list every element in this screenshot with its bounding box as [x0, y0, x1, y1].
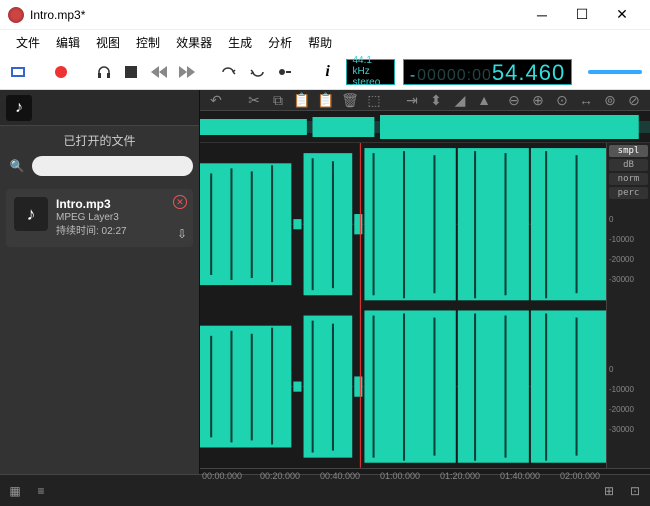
file-close-button[interactable]: ✕: [173, 195, 187, 209]
menu-file[interactable]: 文件: [8, 31, 48, 54]
menubar: 文件 编辑 视图 控制 效果器 生成 分析 帮助: [0, 30, 650, 54]
sample-rate-label: 44.1 kHz: [353, 55, 388, 77]
tool-i1-icon[interactable]: ⇥: [402, 90, 422, 110]
menu-edit[interactable]: 编辑: [48, 31, 88, 54]
scale-tick: 0: [609, 215, 613, 224]
sb-i2-icon[interactable]: ⊡: [626, 482, 644, 500]
menu-generate[interactable]: 生成: [220, 31, 260, 54]
file-card[interactable]: ♪ Intro.mp3 MPEG Layer3 持续时间: 02:27 ✕ ⇩: [6, 189, 193, 247]
window-title: Intro.mp3*: [30, 8, 522, 22]
search-input[interactable]: [32, 156, 193, 176]
file-note-icon: ♪: [14, 197, 48, 231]
search-icon[interactable]: 🔍: [6, 155, 28, 177]
sb-list-icon[interactable]: ≡: [32, 482, 50, 500]
scale-tick: -20000: [609, 255, 634, 264]
file-duration: 持续时间: 02:27: [56, 225, 185, 239]
menu-view[interactable]: 视图: [88, 31, 128, 54]
menu-control[interactable]: 控制: [128, 31, 168, 54]
scale-btn-db[interactable]: dB: [609, 159, 648, 171]
timeline-tick: 00:00.000: [202, 471, 242, 481]
channels-label: stereo: [353, 77, 388, 88]
stop-button[interactable]: [121, 61, 141, 83]
zoom-out-icon[interactable]: ⊖: [504, 90, 524, 110]
rewind-button[interactable]: [149, 61, 169, 83]
note-icon: ♪: [6, 95, 32, 121]
scale-panel: smpl dB norm perc 0 -10000 -20000 -30000…: [606, 143, 650, 468]
scale-btn-smpl[interactable]: smpl: [609, 145, 648, 157]
time-gray: 00000:00: [417, 67, 492, 85]
time-sign: -: [410, 67, 415, 85]
sb-i1-icon[interactable]: ⊞: [600, 482, 618, 500]
crop-icon[interactable]: ⬚: [364, 90, 384, 110]
timeline-tick: 02:00.000: [560, 471, 600, 481]
file-download-icon[interactable]: ⇩: [177, 227, 187, 241]
scale-tick: -30000: [609, 425, 634, 434]
time-value: 54.460: [492, 60, 565, 86]
overview-strip[interactable]: [200, 111, 650, 143]
file-format: MPEG Layer3: [56, 211, 185, 225]
headphones-icon[interactable]: [94, 61, 114, 83]
zoom-fit-icon[interactable]: ↔: [576, 90, 596, 110]
scale-btn-norm[interactable]: norm: [609, 173, 648, 185]
timeline-tick: 01:00.000: [380, 471, 420, 481]
tool-i3-icon[interactable]: ◢: [450, 90, 470, 110]
menu-effects[interactable]: 效果器: [168, 31, 220, 54]
scale-tick: 0: [609, 365, 613, 374]
close-button[interactable]: ✕: [602, 0, 642, 30]
tool-i4-icon[interactable]: ▲: [474, 90, 494, 110]
app-icon: [8, 7, 24, 23]
paste-mix-icon[interactable]: 📋: [316, 90, 336, 110]
time-display: - 00000:00 54.460: [403, 59, 572, 85]
scale-tick: -30000: [609, 275, 634, 284]
waveform-canvas[interactable]: [200, 143, 606, 468]
scale-tick: -10000: [609, 235, 634, 244]
file-name: Intro.mp3: [56, 197, 185, 211]
forward-button[interactable]: [177, 61, 197, 83]
scale-btn-perc[interactable]: perc: [609, 187, 648, 199]
editor-toolbar: ↶ ✂ ⧉ 📋 📋 🗑 ⬚ ⇥ ⬍ ◢ ▲ ⊖ ⊕ ⊙ ↔ ⊚ ⊘: [200, 90, 650, 111]
marker-icon[interactable]: [275, 61, 295, 83]
format-display: 44.1 kHz stereo: [346, 59, 395, 85]
paste-icon[interactable]: 📋: [292, 90, 312, 110]
menu-analyze[interactable]: 分析: [260, 31, 300, 54]
timeline-tick: 00:40.000: [320, 471, 360, 481]
undo-icon[interactable]: ↶: [206, 90, 226, 110]
sidebar-top: ♪: [0, 90, 199, 126]
sidebar: ♪ 已打开的文件 🔍 ♪ Intro.mp3 MPEG Layer3 持续时间:…: [0, 90, 200, 474]
volume-slider[interactable]: [588, 70, 642, 74]
timeline-tick: 00:20.000: [260, 471, 300, 481]
main-area: ♪ 已打开的文件 🔍 ♪ Intro.mp3 MPEG Layer3 持续时间:…: [0, 90, 650, 474]
menu-help[interactable]: 帮助: [300, 31, 340, 54]
transport-toolbar: i 44.1 kHz stereo - 00000:00 54.460: [0, 54, 650, 90]
tool-rect-icon[interactable]: [8, 61, 28, 83]
tool-t1-icon[interactable]: ⊚: [600, 90, 620, 110]
repeat-icon[interactable]: [247, 61, 267, 83]
cut-icon[interactable]: ✂: [244, 90, 264, 110]
minimize-button[interactable]: ─: [522, 0, 562, 30]
zoom-sel-icon[interactable]: ⊙: [552, 90, 572, 110]
timeline-ruler[interactable]: 00:00.000 00:20.000 00:40.000 01:00.000 …: [200, 468, 650, 474]
tool-i2-icon[interactable]: ⬍: [426, 90, 446, 110]
copy-icon[interactable]: ⧉: [268, 90, 288, 110]
editor: ↶ ✂ ⧉ 📋 📋 🗑 ⬚ ⇥ ⬍ ◢ ▲ ⊖ ⊕ ⊙ ↔ ⊚ ⊘: [200, 90, 650, 474]
scale-tick: -10000: [609, 385, 634, 394]
info-icon[interactable]: i: [318, 61, 338, 83]
record-button[interactable]: [51, 61, 71, 83]
timeline-tick: 01:20.000: [440, 471, 480, 481]
sb-layout-icon[interactable]: ▦: [6, 482, 24, 500]
timeline-tick: 01:40.000: [500, 471, 540, 481]
maximize-button[interactable]: ☐: [562, 0, 602, 30]
zoom-in-icon[interactable]: ⊕: [528, 90, 548, 110]
scale-tick: -20000: [609, 405, 634, 414]
sidebar-header: 已打开的文件: [0, 126, 199, 155]
trash-icon[interactable]: 🗑: [340, 90, 360, 110]
tool-t2-icon[interactable]: ⊘: [624, 90, 644, 110]
titlebar: Intro.mp3* ─ ☐ ✕: [0, 0, 650, 30]
loop-icon[interactable]: [220, 61, 240, 83]
